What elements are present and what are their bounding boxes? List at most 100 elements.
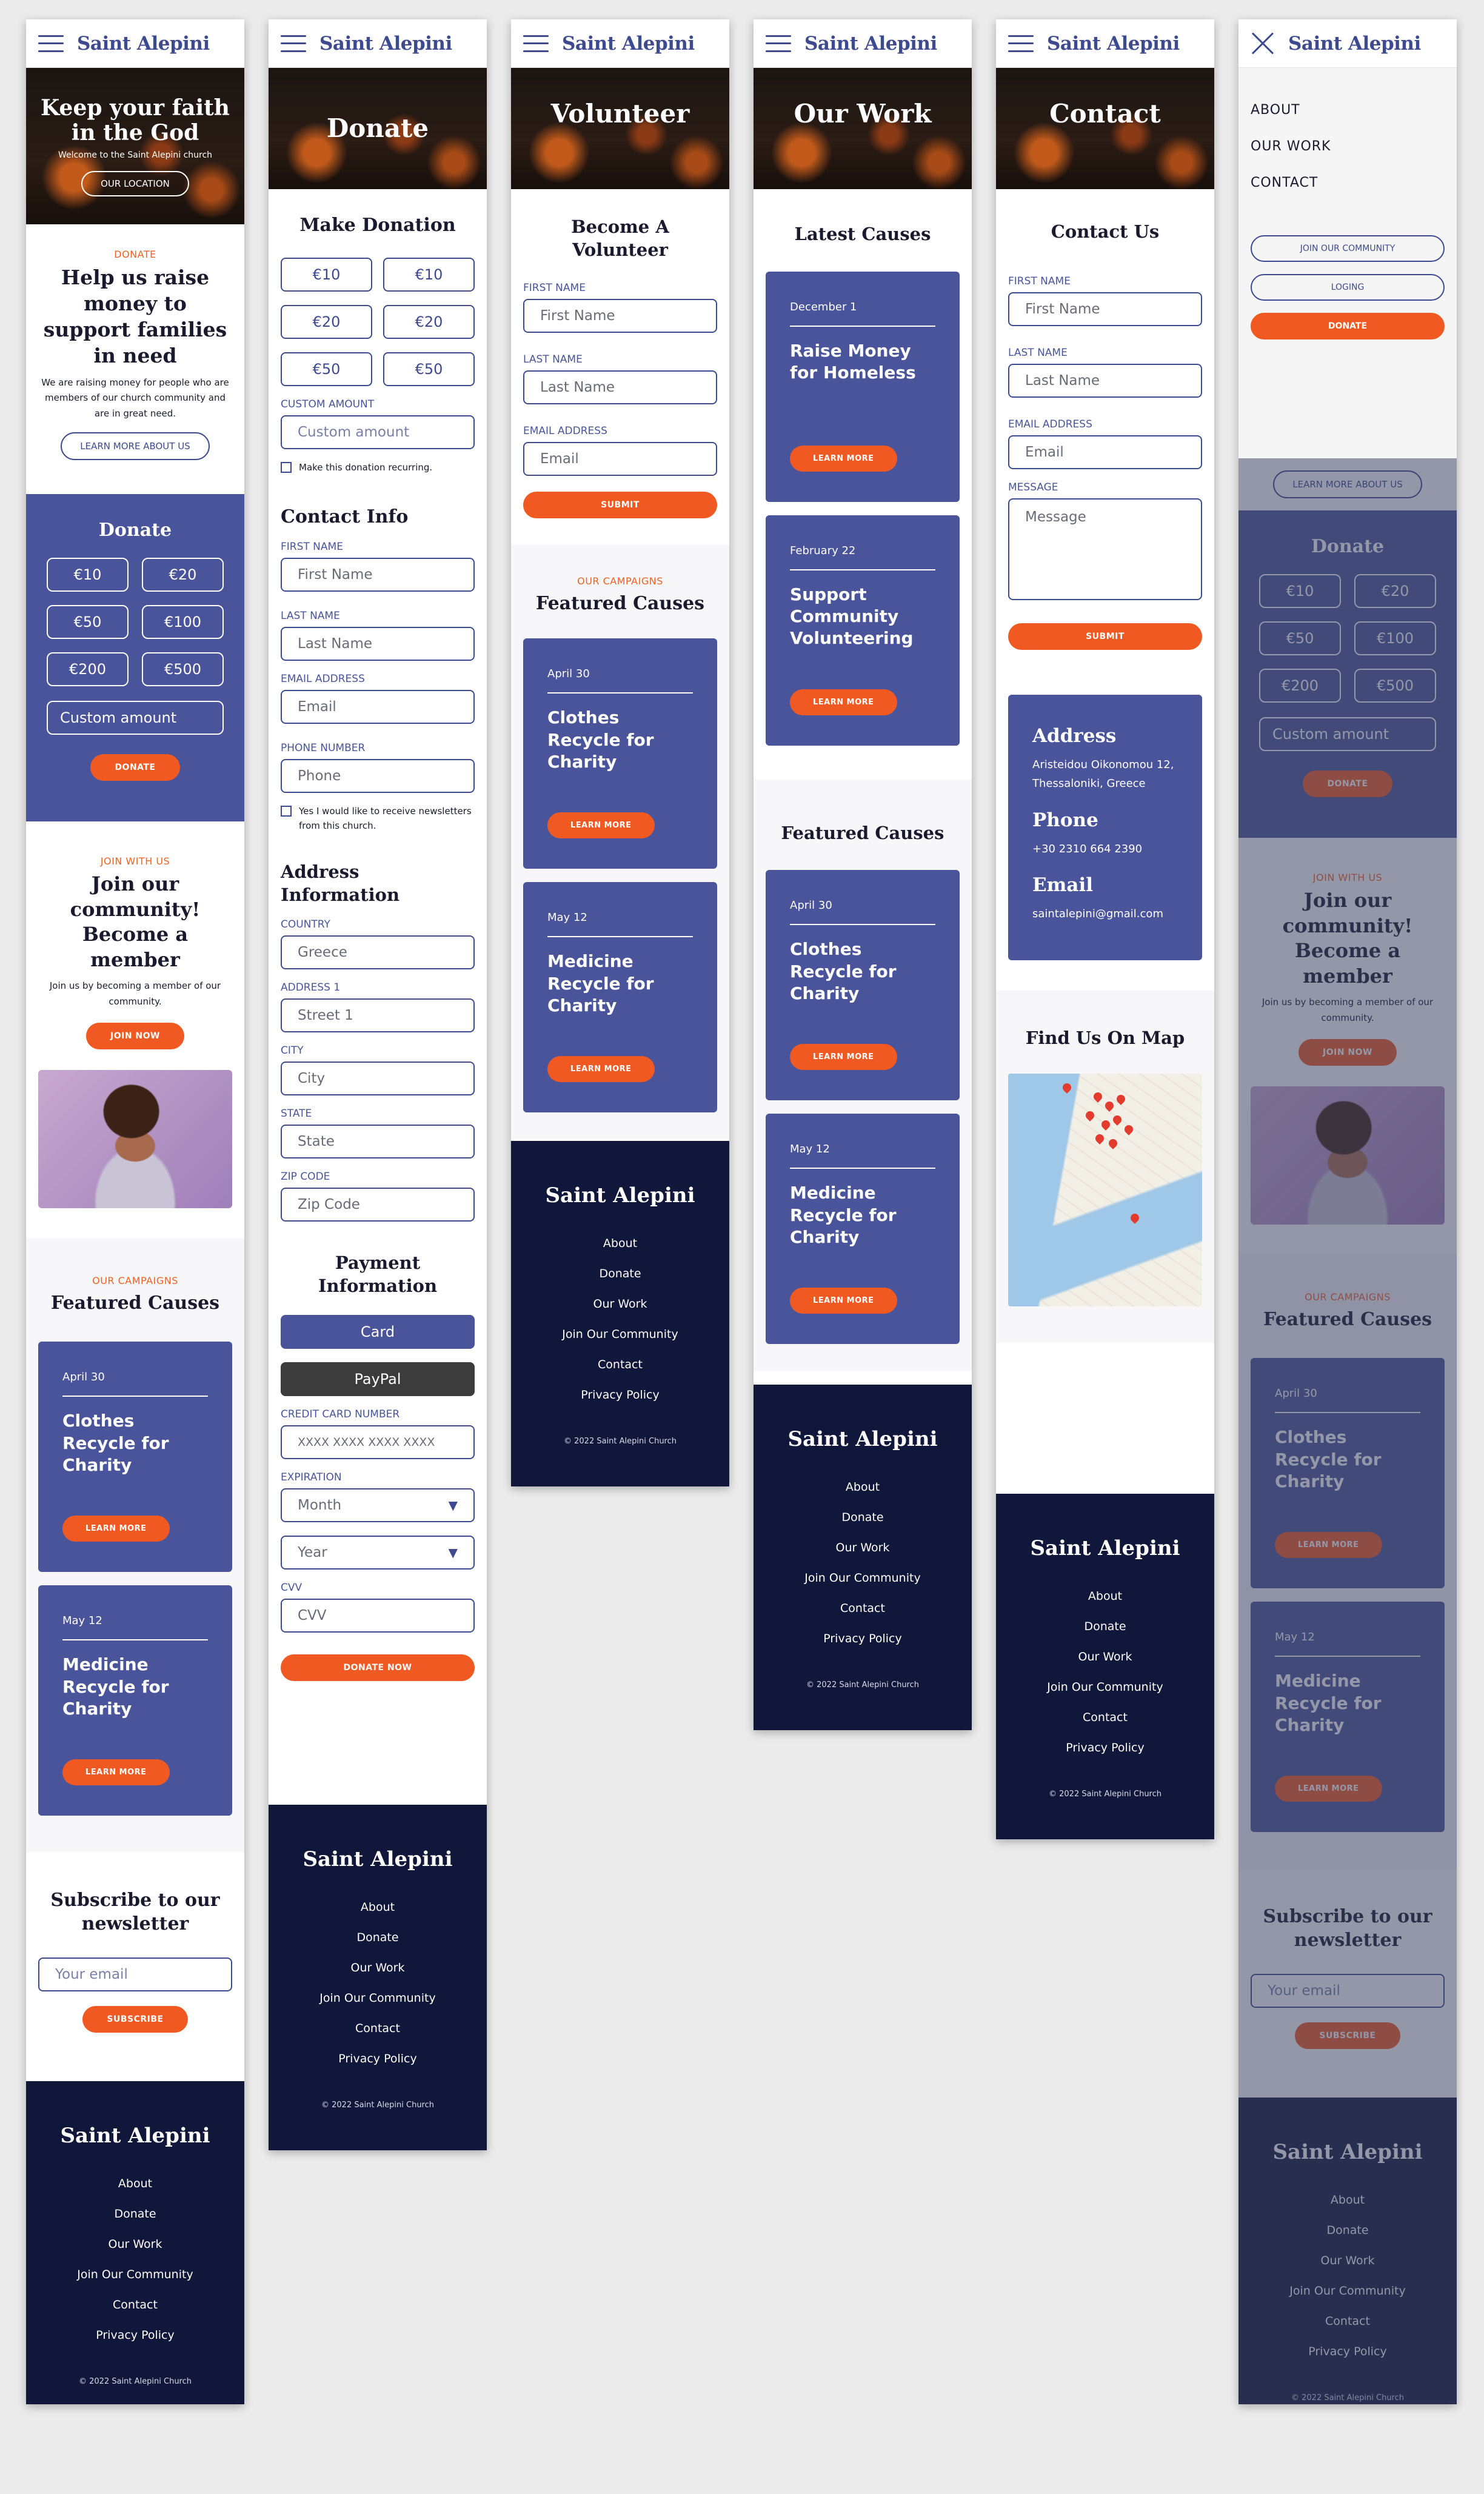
close-icon[interactable] [1251, 32, 1275, 56]
last-name-input[interactable]: Last Name [1008, 363, 1202, 398]
cvv-input[interactable]: CVV [281, 1598, 475, 1633]
footer-link-our-work[interactable]: Our Work [766, 1533, 960, 1563]
brand-logo[interactable]: Saint Alepini [77, 33, 210, 55]
map-pin-icon[interactable] [1115, 1093, 1128, 1105]
footer-link-donate[interactable]: Donate [766, 1502, 960, 1533]
footer-link-contact[interactable]: Contact [281, 2013, 475, 2044]
brand-logo[interactable]: Saint Alepini [1047, 33, 1180, 55]
map-pin-icon[interactable] [1094, 1132, 1106, 1145]
footer-link-about[interactable]: About [1008, 1581, 1202, 1611]
footer-link-join[interactable]: Join Our Community [281, 1983, 475, 2013]
learn-more-button[interactable]: LEARN MORE [790, 445, 897, 472]
month-select[interactable]: Month ▼ [281, 1488, 475, 1522]
last-name-input[interactable]: Last Name [281, 627, 475, 661]
paypal-payment-tab[interactable]: PayPal [281, 1362, 475, 1396]
footer-link-privacy[interactable]: Privacy Policy [1008, 1733, 1202, 1763]
amount-option[interactable]: €100 [142, 605, 224, 640]
footer-link-donate[interactable]: Donate [38, 2199, 232, 2229]
learn-more-button[interactable]: LEARN MORE [790, 1044, 897, 1071]
zip-input[interactable]: Zip Code [281, 1188, 475, 1222]
map-pin-icon[interactable] [1103, 1100, 1115, 1112]
city-input[interactable]: City [281, 1061, 475, 1096]
brand-logo[interactable]: Saint Alepini [562, 33, 695, 55]
email-text[interactable]: saintalepini@gmail.com [1032, 904, 1178, 924]
subscribe-button[interactable]: SUBSCRIBE [82, 2006, 188, 2033]
email-input[interactable]: Email [281, 690, 475, 724]
location-map[interactable] [1008, 1074, 1202, 1307]
checkbox-icon[interactable] [281, 806, 292, 817]
footer-link-donate[interactable]: Donate [523, 1259, 717, 1289]
join-community-button[interactable]: JOIN OUR COMMUNITY [1251, 235, 1445, 262]
footer-link-about[interactable]: About [281, 1892, 475, 1922]
menu-item-about[interactable]: ABOUT [1251, 92, 1445, 129]
credit-card-input[interactable]: XXXX XXXX XXXX XXXX [281, 1425, 475, 1459]
hamburger-menu-icon[interactable] [281, 35, 306, 52]
amount-option[interactable]: €500 [142, 652, 224, 687]
footer-brand[interactable]: Saint Alepini [38, 2124, 232, 2148]
email-input[interactable]: Email [523, 442, 717, 476]
amount-option[interactable]: €10 [281, 258, 372, 292]
footer-brand[interactable]: Saint Alepini [766, 1427, 960, 1451]
login-button[interactable]: LOGING [1251, 274, 1445, 301]
phone-input[interactable]: Phone [281, 759, 475, 793]
learn-more-button[interactable]: LEARN MORE [62, 1759, 170, 1786]
newsletter-checkbox[interactable]: Yes I would like to receive newsletters … [281, 804, 475, 833]
amount-option[interactable]: €10 [47, 558, 129, 592]
footer-link-contact[interactable]: Contact [1008, 1702, 1202, 1733]
amount-option[interactable]: €20 [383, 305, 475, 339]
country-input[interactable]: Greece [281, 935, 475, 970]
hamburger-menu-icon[interactable] [766, 35, 791, 52]
brand-logo[interactable]: Saint Alepini [1288, 33, 1421, 55]
footer-link-about[interactable]: About [766, 1472, 960, 1502]
custom-amount-input[interactable]: Custom amount [47, 701, 224, 735]
learn-more-button[interactable]: LEARN MORE [547, 1056, 655, 1083]
learn-more-about-us-button[interactable]: LEARN MORE ABOUT US [61, 432, 210, 461]
address-input[interactable]: Street 1 [281, 998, 475, 1033]
brand-logo[interactable]: Saint Alepini [319, 33, 452, 55]
footer-link-privacy[interactable]: Privacy Policy [281, 2044, 475, 2074]
menu-backdrop-overlay[interactable] [1238, 458, 1457, 2404]
submit-button[interactable]: SUBMIT [1008, 623, 1202, 650]
footer-link-our-work[interactable]: Our Work [38, 2229, 232, 2259]
year-select[interactable]: Year ▼ [281, 1535, 475, 1570]
learn-more-button[interactable]: LEARN MORE [790, 1288, 897, 1314]
card-payment-tab[interactable]: Card [281, 1314, 475, 1349]
map-pin-icon[interactable] [1084, 1109, 1096, 1122]
footer-brand[interactable]: Saint Alepini [1008, 1536, 1202, 1560]
map-pin-icon[interactable] [1107, 1137, 1120, 1149]
first-name-input[interactable]: First Name [523, 299, 717, 333]
footer-link-privacy[interactable]: Privacy Policy [523, 1380, 717, 1410]
donate-button[interactable]: DONATE [90, 754, 180, 781]
footer-link-our-work[interactable]: Our Work [523, 1289, 717, 1319]
message-textarea[interactable]: Message [1008, 498, 1202, 600]
footer-link-contact[interactable]: Contact [38, 2290, 232, 2320]
custom-amount-input[interactable]: Custom amount [281, 415, 475, 449]
map-pin-icon[interactable] [1060, 1081, 1073, 1094]
footer-link-contact[interactable]: Contact [766, 1593, 960, 1623]
hamburger-menu-icon[interactable] [1008, 35, 1034, 52]
our-location-button[interactable]: OUR LOCATION [81, 171, 189, 197]
learn-more-button[interactable]: LEARN MORE [790, 689, 897, 715]
footer-link-our-work[interactable]: Our Work [281, 1953, 475, 1983]
footer-link-our-work[interactable]: Our Work [1008, 1642, 1202, 1672]
footer-link-join[interactable]: Join Our Community [1008, 1672, 1202, 1702]
submit-button[interactable]: SUBMIT [523, 492, 717, 519]
last-name-input[interactable]: Last Name [523, 370, 717, 405]
checkbox-icon[interactable] [281, 462, 292, 473]
hamburger-menu-icon[interactable] [38, 35, 64, 52]
map-pin-icon[interactable] [1111, 1114, 1123, 1126]
footer-link-contact[interactable]: Contact [523, 1349, 717, 1380]
menu-item-our-work[interactable]: OUR WORK [1251, 129, 1445, 165]
hamburger-menu-icon[interactable] [523, 35, 549, 52]
map-pin-icon[interactable] [1123, 1123, 1135, 1135]
newsletter-email-input[interactable]: Your email [38, 1957, 232, 1992]
brand-logo[interactable]: Saint Alepini [804, 33, 937, 55]
footer-link-donate[interactable]: Donate [1008, 1611, 1202, 1642]
map-pin-icon[interactable] [1128, 1211, 1141, 1224]
amount-option[interactable]: €20 [142, 558, 224, 592]
recurring-checkbox[interactable]: Make this donation recurring. [281, 460, 475, 475]
amount-option[interactable]: €50 [281, 352, 372, 386]
footer-link-about[interactable]: About [523, 1228, 717, 1259]
menu-item-contact[interactable]: CONTACT [1251, 165, 1445, 201]
amount-option[interactable]: €50 [47, 605, 129, 640]
